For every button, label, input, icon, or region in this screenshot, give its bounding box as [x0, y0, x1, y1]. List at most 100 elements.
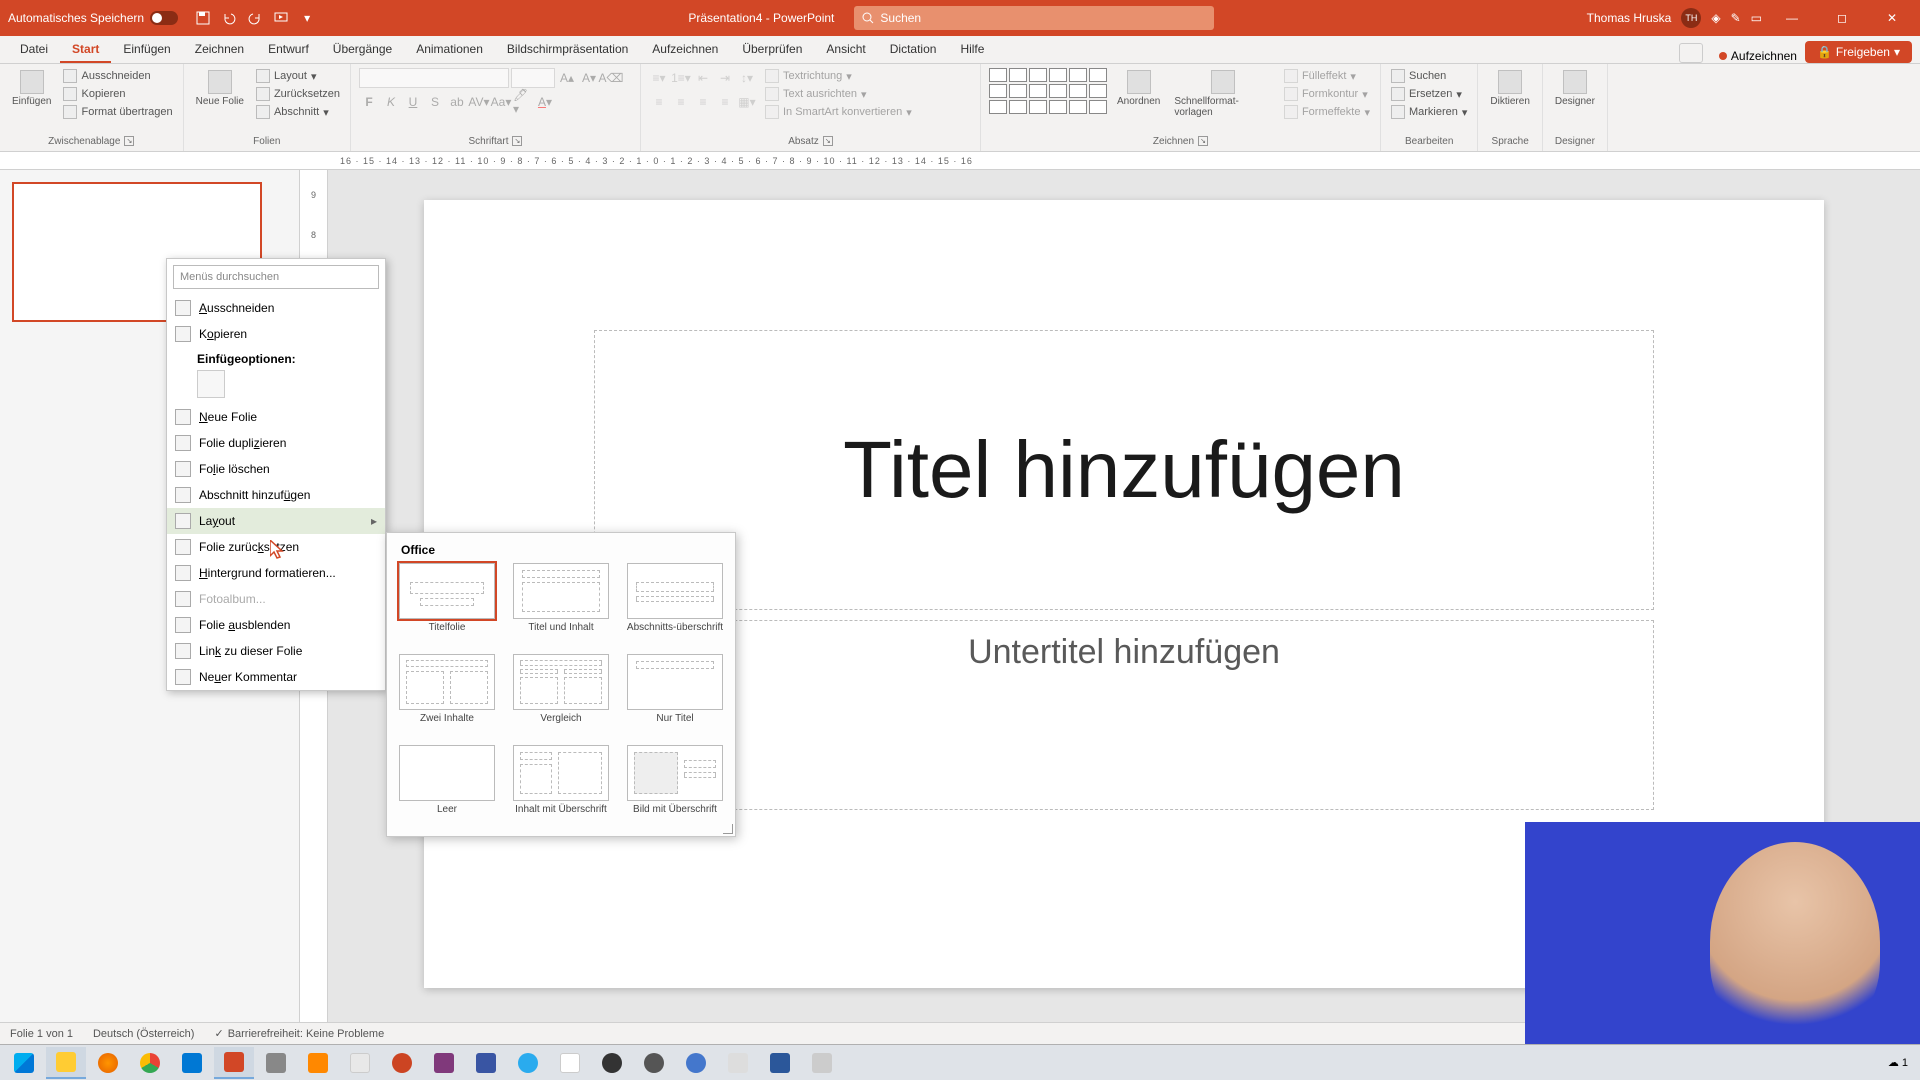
align-right-button[interactable]: ≡ [693, 92, 713, 112]
undo-icon[interactable] [218, 7, 240, 29]
layout-nur-titel[interactable]: Nur Titel [625, 654, 725, 735]
coming-soon-icon[interactable]: ◈ [1711, 11, 1720, 25]
copy-button[interactable]: Kopieren [61, 86, 174, 102]
close-button[interactable]: ✕ [1872, 0, 1912, 36]
layout-vergleich[interactable]: Vergleich [511, 654, 611, 735]
firefox-icon[interactable] [88, 1047, 128, 1079]
app-icon-3[interactable] [382, 1047, 422, 1079]
app-icon-1[interactable] [256, 1047, 296, 1079]
ctx-new-slide[interactable]: Neue Folie [167, 404, 385, 430]
chrome-icon[interactable] [130, 1047, 170, 1079]
app-icon-2[interactable] [340, 1047, 380, 1079]
layout-inhalt-ueberschrift[interactable]: Inhalt mit Überschrift [511, 745, 611, 826]
find-button[interactable]: Suchen [1389, 68, 1469, 84]
highlight-button[interactable]: 🖊▾ [513, 92, 533, 112]
user-name[interactable]: Thomas Hruska [1587, 11, 1672, 25]
layout-titelfolie[interactable]: Titelfolie [397, 563, 497, 644]
outdent-button[interactable]: ⇤ [693, 68, 713, 88]
smartart-button[interactable]: In SmartArt konvertieren ▾ [763, 104, 914, 120]
clear-format-icon[interactable]: A⌫ [601, 68, 621, 88]
ctx-copy[interactable]: Kopieren [167, 321, 385, 347]
tab-entwurf[interactable]: Entwurf [256, 37, 321, 63]
record-button[interactable]: Aufzeichnen [1711, 49, 1805, 63]
layout-zwei-inhalte[interactable]: Zwei Inhalte [397, 654, 497, 735]
status-slide-count[interactable]: Folie 1 von 1 [10, 1028, 73, 1040]
text-direction-button[interactable]: Textrichtung ▾ [763, 68, 914, 84]
tab-animationen[interactable]: Animationen [404, 37, 495, 63]
redo-icon[interactable] [244, 7, 266, 29]
justify-button[interactable]: ≡ [715, 92, 735, 112]
ctx-format-background[interactable]: Hintergrund formatieren... [167, 560, 385, 586]
case-button[interactable]: Aa▾ [491, 92, 511, 112]
app-icon-4[interactable] [550, 1047, 590, 1079]
paste-option-button[interactable] [197, 370, 225, 398]
ctx-delete-slide[interactable]: Folie löschen [167, 456, 385, 482]
ctx-duplicate-slide[interactable]: Folie duplizieren [167, 430, 385, 456]
columns-button[interactable]: ▦▾ [737, 92, 757, 112]
layout-leer[interactable]: Leer [397, 745, 497, 826]
increase-font-icon[interactable]: A▴ [557, 68, 577, 88]
shape-outline-button[interactable]: Formkontur ▾ [1282, 86, 1372, 102]
app-icon-5[interactable] [634, 1047, 674, 1079]
slideshow-icon[interactable] [270, 7, 292, 29]
vlc-icon[interactable] [298, 1047, 338, 1079]
tab-hilfe[interactable]: Hilfe [948, 37, 996, 63]
ctx-add-section[interactable]: Abschnitt hinzufügen [167, 482, 385, 508]
layout-bild-ueberschrift[interactable]: Bild mit Überschrift [625, 745, 725, 826]
minimize-button[interactable]: — [1772, 0, 1812, 36]
numbering-button[interactable]: 1≡▾ [671, 68, 691, 88]
align-text-button[interactable]: Text ausrichten ▾ [763, 86, 914, 102]
shapes-gallery[interactable] [989, 68, 1107, 114]
reset-slide-button[interactable]: Zurücksetzen [254, 86, 342, 102]
layout-button[interactable]: Layout ▾ [254, 68, 342, 84]
align-left-button[interactable]: ≡ [649, 92, 669, 112]
tab-ansicht[interactable]: Ansicht [814, 37, 877, 63]
user-avatar[interactable]: TH [1681, 8, 1701, 28]
ctx-reset-slide[interactable]: Folie zurücksetzen [167, 534, 385, 560]
tab-dictation[interactable]: Dictation [878, 37, 949, 63]
app-icon-6[interactable] [676, 1047, 716, 1079]
app-icon-7[interactable] [718, 1047, 758, 1079]
onenote-icon[interactable] [424, 1047, 464, 1079]
obs-icon[interactable] [592, 1047, 632, 1079]
tab-aufzeichnen[interactable]: Aufzeichnen [640, 37, 730, 63]
italic-button[interactable]: K [381, 92, 401, 112]
display-icon[interactable]: ▭ [1751, 11, 1762, 25]
weather-icon[interactable]: ☁ 1 [1888, 1056, 1908, 1069]
ctx-new-comment[interactable]: Neuer Kommentar [167, 664, 385, 690]
subtitle-placeholder[interactable]: Untertitel hinzufügen [594, 620, 1654, 810]
more-icon[interactable]: ▾ [296, 7, 318, 29]
select-button[interactable]: Markieren ▾ [1389, 104, 1469, 120]
telegram-icon[interactable] [508, 1047, 548, 1079]
tab-zeichnen[interactable]: Zeichnen [183, 37, 256, 63]
paste-button[interactable]: Einfügen [8, 68, 55, 109]
start-button[interactable] [4, 1047, 44, 1079]
tab-datei[interactable]: Datei [8, 37, 60, 63]
dictate-button[interactable]: Diktieren [1486, 68, 1533, 109]
ctx-hide-slide[interactable]: Folie ausblenden [167, 612, 385, 638]
strike-button[interactable]: S [425, 92, 445, 112]
new-slide-button[interactable]: Neue Folie [192, 68, 248, 109]
format-painter-button[interactable]: Format übertragen [61, 104, 174, 120]
status-language[interactable]: Deutsch (Österreich) [93, 1028, 194, 1040]
font-color-button[interactable]: A▾ [535, 92, 555, 112]
bold-button[interactable]: F [359, 92, 379, 112]
paragraph-dialog-launcher[interactable]: ↘ [823, 136, 833, 146]
align-center-button[interactable]: ≡ [671, 92, 691, 112]
status-accessibility[interactable]: ✓ Barrierefreiheit: Keine Probleme [214, 1027, 384, 1040]
font-dialog-launcher[interactable]: ↘ [512, 136, 522, 146]
cut-button[interactable]: Ausschneiden [61, 68, 174, 84]
tab-start[interactable]: Start [60, 37, 111, 63]
indent-button[interactable]: ⇥ [715, 68, 735, 88]
tab-ueberpruefen[interactable]: Überprüfen [730, 37, 814, 63]
explorer-icon[interactable] [46, 1047, 86, 1079]
ctx-layout[interactable]: Layout▸ [167, 508, 385, 534]
notes-icon[interactable]: ✎ [1731, 11, 1741, 25]
linespacing-button[interactable]: ↕▾ [737, 68, 757, 88]
underline-button[interactable]: U [403, 92, 423, 112]
clipboard-dialog-launcher[interactable]: ↘ [124, 136, 134, 146]
outlook-icon[interactable] [172, 1047, 212, 1079]
designer-button[interactable]: Designer [1551, 68, 1599, 109]
drawing-dialog-launcher[interactable]: ↘ [1198, 136, 1208, 146]
tab-uebergaenge[interactable]: Übergänge [321, 37, 404, 63]
